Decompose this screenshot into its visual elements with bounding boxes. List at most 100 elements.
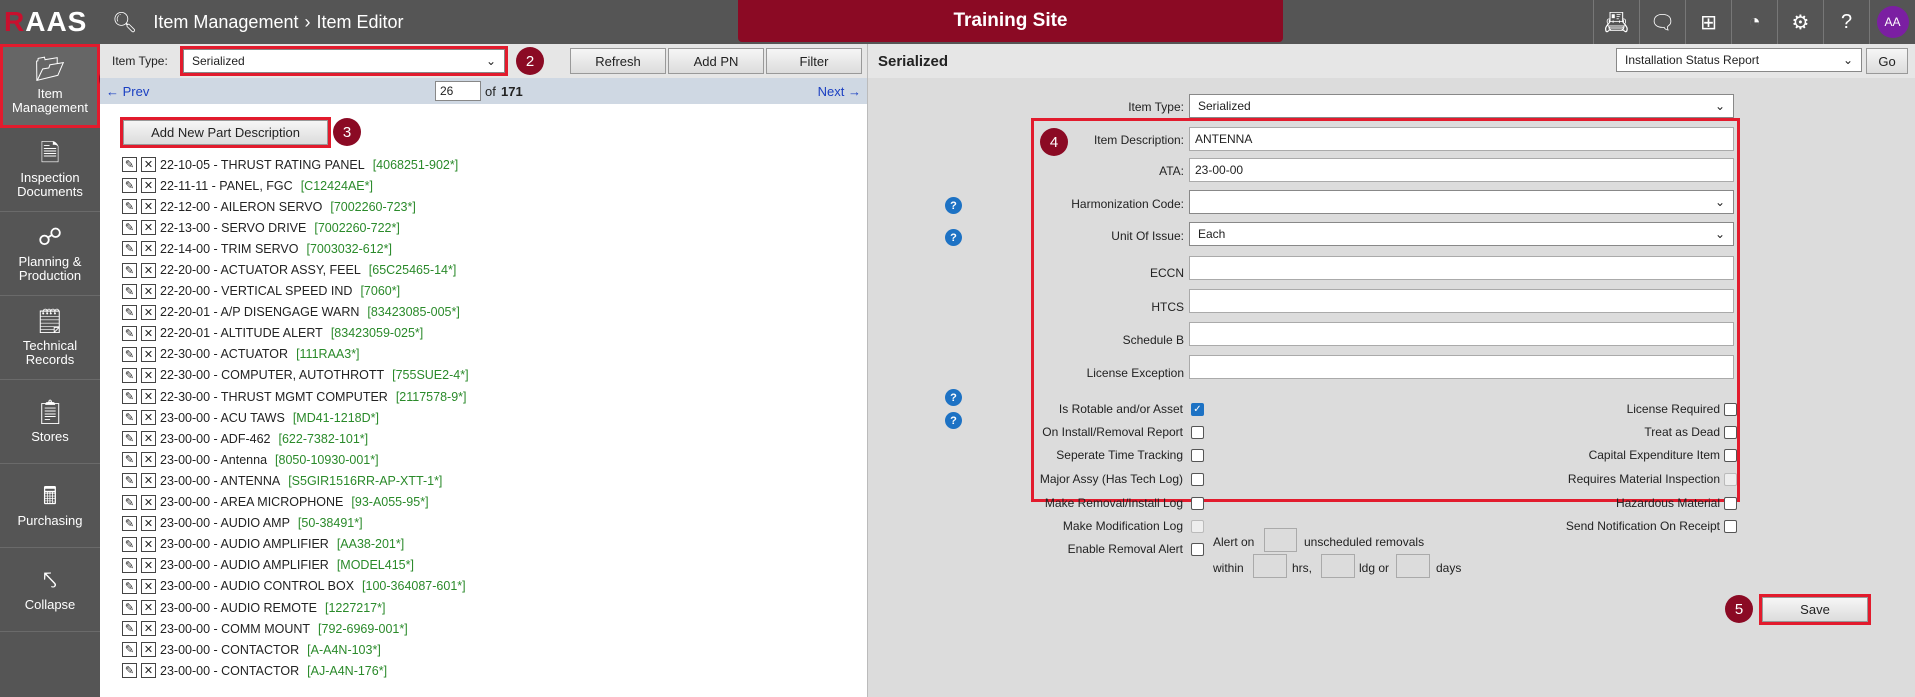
item-description[interactable]: 23-00-00 - AREA MICROPHONE xyxy=(160,495,343,509)
edit-icon[interactable]: ✎ xyxy=(122,389,137,405)
schedule-b-input[interactable] xyxy=(1189,322,1734,346)
delete-icon[interactable]: ✕ xyxy=(141,600,156,616)
delete-icon[interactable]: ✕ xyxy=(141,346,156,362)
delete-icon[interactable]: ✕ xyxy=(141,367,156,383)
delete-icon[interactable]: ✕ xyxy=(141,157,156,173)
item-description[interactable]: 22-12-00 - AILERON SERVO xyxy=(160,200,322,214)
license-exception-input[interactable] xyxy=(1189,355,1734,379)
item-description[interactable]: 23-00-00 - ANTENNA xyxy=(160,474,280,488)
editor-item-type-select[interactable]: Serialized ⌄ xyxy=(1189,94,1734,118)
delete-icon[interactable]: ✕ xyxy=(141,431,156,447)
delete-icon[interactable]: ✕ xyxy=(141,262,156,278)
edit-icon[interactable]: ✎ xyxy=(122,262,137,278)
part-number[interactable]: [622-7382-101*] xyxy=(278,432,368,446)
edit-icon[interactable]: ✎ xyxy=(122,410,137,426)
delete-icon[interactable]: ✕ xyxy=(141,283,156,299)
part-number[interactable]: [7003032-612*] xyxy=(306,242,392,256)
edit-icon[interactable]: ✎ xyxy=(122,473,137,489)
part-number[interactable]: [65C25465-14*] xyxy=(369,263,457,277)
item-description[interactable]: 22-20-00 - VERTICAL SPEED IND xyxy=(160,284,352,298)
item-description[interactable]: 23-00-00 - CONTACTOR xyxy=(160,664,299,678)
help-icon[interactable]: ? xyxy=(945,412,962,429)
item-description-input[interactable]: ANTENNA xyxy=(1189,127,1734,151)
nav-purchasing[interactable]: 🖩︎ Purchasing xyxy=(0,464,100,548)
edit-icon[interactable]: ✎ xyxy=(122,157,137,173)
contact-card-icon[interactable]: 📇︎ xyxy=(1593,0,1639,44)
checkbox[interactable] xyxy=(1191,543,1204,556)
edit-icon[interactable]: ✎ xyxy=(122,367,137,383)
edit-icon[interactable]: ✎ xyxy=(122,642,137,658)
delete-icon[interactable]: ✕ xyxy=(141,578,156,594)
edit-icon[interactable]: ✎ xyxy=(122,621,137,637)
delete-icon[interactable]: ✕ xyxy=(141,536,156,552)
breadcrumb-section[interactable]: Item Management xyxy=(153,12,298,33)
nav-item-management[interactable]: 📂︎ Item Management xyxy=(0,44,100,128)
edit-icon[interactable]: ✎ xyxy=(122,304,137,320)
item-description[interactable]: 22-13-00 - SERVO DRIVE xyxy=(160,221,306,235)
within-hrs-input[interactable] xyxy=(1253,554,1287,578)
item-description[interactable]: 22-10-05 - THRUST RATING PANEL xyxy=(160,158,365,172)
settings-icon[interactable]: ⚙ xyxy=(1777,0,1823,44)
delete-icon[interactable]: ✕ xyxy=(141,389,156,405)
item-description[interactable]: 22-30-00 - THRUST MGMT COMPUTER xyxy=(160,390,388,404)
add-new-part-description-button[interactable]: Add New Part Description xyxy=(120,117,331,148)
nav-inspection-documents[interactable]: 🗎︎ Inspection Documents xyxy=(0,128,100,212)
delete-icon[interactable]: ✕ xyxy=(141,199,156,215)
part-number[interactable]: [AA38-201*] xyxy=(337,537,404,551)
edit-icon[interactable]: ✎ xyxy=(122,325,137,341)
filter-button[interactable]: Filter xyxy=(766,48,862,74)
checkbox[interactable] xyxy=(1724,449,1737,462)
item-description[interactable]: 23-00-00 - AUDIO AMPLIFIER xyxy=(160,558,329,572)
delete-icon[interactable]: ✕ xyxy=(141,515,156,531)
delete-icon[interactable]: ✕ xyxy=(141,241,156,257)
delete-icon[interactable]: ✕ xyxy=(141,663,156,679)
help-icon[interactable]: ? xyxy=(945,229,962,246)
help-icon[interactable]: ? xyxy=(1823,0,1869,44)
checkbox[interactable] xyxy=(1724,403,1737,416)
part-number[interactable]: [MD41-1218D*] xyxy=(293,411,379,425)
item-description[interactable]: 22-14-00 - TRIM SERVO xyxy=(160,242,298,256)
item-description[interactable]: 22-11-11 - PANEL, FGC xyxy=(160,179,293,193)
edit-icon[interactable]: ✎ xyxy=(122,536,137,552)
part-number[interactable]: [83423085-005*] xyxy=(367,305,459,319)
item-description[interactable]: 23-00-00 - Antenna xyxy=(160,453,267,467)
part-number[interactable]: [8050-10930-001*] xyxy=(275,453,379,467)
alert-on-count-input[interactable] xyxy=(1264,528,1297,552)
part-number[interactable]: [C12424AE*] xyxy=(301,179,373,193)
edit-icon[interactable]: ✎ xyxy=(122,557,137,573)
part-number[interactable]: [100-364087-601*] xyxy=(362,579,466,593)
part-number[interactable]: [7060*] xyxy=(360,284,400,298)
checkbox[interactable] xyxy=(1724,520,1737,533)
help-icon[interactable]: ? xyxy=(945,197,962,214)
part-number[interactable]: [83423059-025*] xyxy=(331,326,423,340)
item-description[interactable]: 23-00-00 - AUDIO AMPLIFIER xyxy=(160,537,329,551)
item-description[interactable]: 23-00-00 - AUDIO REMOTE xyxy=(160,601,317,615)
delete-icon[interactable]: ✕ xyxy=(141,557,156,573)
raas-logo[interactable]: R AAS xyxy=(0,0,100,44)
edit-icon[interactable]: ✎ xyxy=(122,515,137,531)
edit-icon[interactable]: ✎ xyxy=(122,241,137,257)
edit-icon[interactable]: ✎ xyxy=(122,452,137,468)
within-days-input[interactable] xyxy=(1396,554,1430,578)
delete-icon[interactable]: ✕ xyxy=(141,220,156,236)
edit-icon[interactable]: ✎ xyxy=(122,578,137,594)
help-icon[interactable]: ? xyxy=(945,389,962,406)
page-number-input[interactable]: 26 xyxy=(435,81,481,101)
refresh-button[interactable]: Refresh xyxy=(570,48,666,74)
user-avatar-button[interactable]: AA xyxy=(1869,0,1915,44)
part-number[interactable]: [792-6969-001*] xyxy=(318,622,408,636)
item-description[interactable]: 23-00-00 - AUDIO AMP xyxy=(160,516,290,530)
edit-icon[interactable]: ✎ xyxy=(122,346,137,362)
chat-icon[interactable]: 🗨︎ xyxy=(1639,0,1685,44)
checkbox[interactable] xyxy=(1191,426,1204,439)
part-number[interactable]: [755SUE2-4*] xyxy=(392,368,468,382)
edit-icon[interactable]: ✎ xyxy=(122,494,137,510)
part-number[interactable]: [7002260-722*] xyxy=(314,221,400,235)
delete-icon[interactable]: ✕ xyxy=(141,473,156,489)
edit-icon[interactable]: ✎ xyxy=(122,663,137,679)
delete-icon[interactable]: ✕ xyxy=(141,410,156,426)
delete-icon[interactable]: ✕ xyxy=(141,494,156,510)
part-number[interactable]: [AJ-A4N-176*] xyxy=(307,664,387,678)
checkbox[interactable] xyxy=(1724,497,1737,510)
delete-icon[interactable]: ✕ xyxy=(141,304,156,320)
